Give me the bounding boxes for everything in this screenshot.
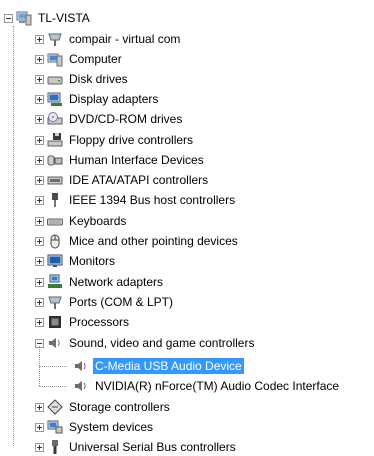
expand-toggle[interactable]	[35, 74, 44, 84]
root-label: TL-VISTA	[38, 11, 90, 25]
tree-item-ide-controllers[interactable]: IDE ATA/ATAPI controllers	[35, 171, 210, 189]
monitor-icon	[47, 253, 63, 269]
device-nvidia-audio-codec[interactable]: NVIDIA(R) nForce(TM) Audio Codec Interfa…	[73, 377, 341, 395]
tree-item-label: Mice and other pointing devices	[69, 234, 238, 248]
tree-item-keyboards[interactable]: Keyboards	[35, 212, 128, 230]
system-devices-icon	[47, 419, 63, 435]
expand-toggle[interactable]	[35, 422, 44, 432]
port-icon	[47, 31, 63, 47]
collapse-toggle[interactable]	[4, 13, 13, 23]
tree-item-label: Human Interface Devices	[69, 153, 204, 167]
hid-icon	[47, 152, 63, 168]
computer-icon	[16, 10, 32, 26]
keyboard-icon	[47, 213, 63, 229]
computer-icon	[47, 51, 63, 67]
tree-item-label: Keyboards	[69, 214, 127, 228]
tree-item-computer[interactable]: Computer	[35, 50, 124, 68]
tree-item-label: Ports (COM & LPT)	[69, 295, 174, 309]
expand-toggle[interactable]	[35, 402, 44, 412]
display-adapter-icon	[47, 91, 63, 107]
tree-item-hid[interactable]: Human Interface Devices	[35, 151, 206, 169]
tree-item-floppy-controllers[interactable]: Floppy drive controllers	[35, 131, 195, 149]
expand-toggle[interactable]	[35, 317, 44, 327]
expand-toggle[interactable]	[35, 54, 44, 64]
port-icon	[47, 294, 63, 310]
expand-toggle[interactable]	[35, 442, 44, 452]
tree-item-label: Storage controllers	[69, 400, 170, 414]
device-c-media-usb-audio[interactable]: C-Media USB Audio Device	[73, 357, 244, 375]
tree-item-label: Universal Serial Bus controllers	[69, 440, 236, 454]
tree-item-processors[interactable]: Processors	[35, 313, 131, 331]
tree-item-label: NVIDIA(R) nForce(TM) Audio Codec Interfa…	[95, 379, 340, 393]
tree-item-disk-drives[interactable]: Disk drives	[35, 70, 130, 88]
dvd-drive-icon	[47, 111, 63, 127]
tree-item-system-devices[interactable]: System devices	[35, 418, 155, 436]
speaker-icon	[73, 378, 89, 394]
tree-item-monitors[interactable]: Monitors	[35, 252, 117, 270]
tree-root[interactable]: TL-VISTA	[4, 9, 92, 27]
device-tree: TL-VISTA compair - virtual com Computer …	[0, 0, 374, 455]
expand-toggle[interactable]	[35, 256, 44, 266]
tree-item-label: compair - virtual com	[69, 32, 181, 46]
floppy-controller-icon	[47, 132, 63, 148]
tree-item-label: Monitors	[69, 254, 116, 268]
storage-controller-icon	[47, 399, 63, 415]
tree-item-label: System devices	[69, 420, 154, 434]
tree-item-label: DVD/CD-ROM drives	[69, 112, 183, 126]
tree-line	[39, 386, 67, 387]
usb-icon	[47, 439, 63, 455]
tree-item-label: Sound, video and game controllers	[69, 336, 255, 350]
tree-item-label: IEEE 1394 Bus host controllers	[69, 193, 236, 207]
tree-item-dvd-drives[interactable]: DVD/CD-ROM drives	[35, 110, 184, 128]
expand-toggle[interactable]	[35, 34, 44, 44]
speaker-icon	[47, 335, 63, 351]
tree-item-label: C-Media USB Audio Device	[93, 358, 244, 374]
tree-item-ports[interactable]: Ports (COM & LPT)	[35, 293, 175, 311]
tree-item-storage-controllers[interactable]: Storage controllers	[35, 398, 172, 416]
expand-toggle[interactable]	[35, 216, 44, 226]
expand-toggle[interactable]	[35, 114, 44, 124]
ide-controller-icon	[47, 172, 63, 188]
tree-item-label: Computer	[69, 52, 122, 66]
expand-toggle[interactable]	[35, 277, 44, 287]
processor-icon	[47, 314, 63, 330]
tree-item-label: Disk drives	[69, 72, 128, 86]
expand-toggle[interactable]	[35, 94, 44, 104]
tree-item-usb-controllers[interactable]: Universal Serial Bus controllers	[35, 438, 238, 456]
expand-toggle[interactable]	[35, 195, 44, 205]
disk-drive-icon	[47, 71, 63, 87]
tree-item-label: Display adapters	[69, 92, 159, 106]
tree-item-ieee1394[interactable]: IEEE 1394 Bus host controllers	[35, 191, 237, 209]
expand-toggle[interactable]	[35, 175, 44, 185]
tree-item-label: Network adapters	[69, 275, 164, 289]
tree-item-sound-video-game[interactable]: Sound, video and game controllers	[35, 334, 256, 352]
tree-item-label: Floppy drive controllers	[69, 133, 194, 147]
tree-item-label: Processors	[69, 315, 130, 329]
tree-item-display-adapters[interactable]: Display adapters	[35, 90, 160, 108]
ieee1394-icon	[47, 192, 63, 208]
expand-toggle[interactable]	[35, 236, 44, 246]
tree-item-label: IDE ATA/ATAPI controllers	[69, 173, 209, 187]
mouse-icon	[47, 233, 63, 249]
speaker-icon	[73, 358, 89, 374]
network-adapter-icon	[47, 274, 63, 290]
expand-toggle[interactable]	[35, 135, 44, 145]
tree-item-compair[interactable]: compair - virtual com	[35, 30, 182, 48]
tree-item-mice[interactable]: Mice and other pointing devices	[35, 232, 240, 250]
expand-toggle[interactable]	[35, 155, 44, 165]
tree-item-network-adapters[interactable]: Network adapters	[35, 273, 165, 291]
tree-line	[39, 366, 67, 367]
expand-toggle[interactable]	[35, 297, 44, 307]
